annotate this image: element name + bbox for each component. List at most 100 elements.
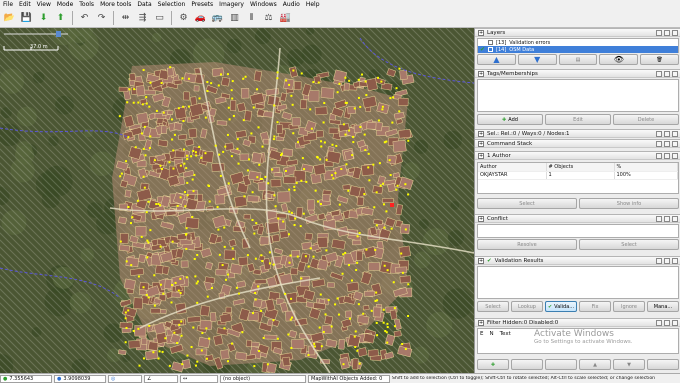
- node[interactable]: [124, 311, 127, 314]
- preferences-button[interactable]: ⚙: [176, 11, 191, 26]
- node[interactable]: [374, 248, 377, 251]
- menu-presets[interactable]: Presets: [188, 0, 216, 9]
- building[interactable]: [290, 267, 299, 276]
- node[interactable]: [253, 232, 256, 235]
- node[interactable]: [356, 349, 359, 352]
- map-view[interactable]: 37.0 m: [0, 28, 474, 373]
- building[interactable]: [399, 69, 408, 80]
- node[interactable]: [146, 239, 149, 242]
- node[interactable]: [317, 81, 320, 84]
- node[interactable]: [194, 275, 197, 278]
- node[interactable]: [227, 273, 230, 276]
- lookup-button[interactable]: Lookup: [511, 301, 543, 312]
- node[interactable]: [377, 119, 380, 122]
- node[interactable]: [334, 172, 337, 175]
- split-button[interactable]: ⇹: [118, 11, 133, 26]
- longitude-field[interactable]: ● 3.9098039: [54, 374, 106, 383]
- node[interactable]: [181, 77, 184, 80]
- node[interactable]: [276, 71, 279, 74]
- node[interactable]: [195, 154, 198, 157]
- node[interactable]: [134, 146, 137, 149]
- building[interactable]: [210, 312, 217, 322]
- node[interactable]: [141, 103, 144, 106]
- node[interactable]: [145, 102, 148, 105]
- help-icon[interactable]: [656, 131, 662, 137]
- node[interactable]: [196, 301, 199, 304]
- node[interactable]: [206, 295, 209, 298]
- node[interactable]: [338, 82, 341, 85]
- node[interactable]: [195, 282, 198, 285]
- node[interactable]: [293, 185, 296, 188]
- building[interactable]: [313, 75, 322, 84]
- node[interactable]: [404, 348, 407, 351]
- building[interactable]: [199, 305, 211, 317]
- node[interactable]: [313, 345, 316, 348]
- node[interactable]: [237, 292, 240, 295]
- building[interactable]: [373, 218, 383, 225]
- node[interactable]: [185, 247, 188, 250]
- node[interactable]: [382, 308, 385, 311]
- command-stack-title[interactable]: + Command Stack: [475, 139, 680, 148]
- node[interactable]: [370, 309, 373, 312]
- node[interactable]: [137, 327, 140, 330]
- node[interactable]: [389, 174, 392, 177]
- settings-icon[interactable]: [664, 216, 670, 222]
- move-filter-up-button[interactable]: ▲: [579, 359, 611, 370]
- building[interactable]: [306, 199, 315, 211]
- node[interactable]: [394, 325, 397, 328]
- node[interactable]: [353, 335, 356, 338]
- node[interactable]: [159, 283, 162, 286]
- node[interactable]: [248, 158, 251, 161]
- node[interactable]: [198, 145, 201, 148]
- menu-more-tools[interactable]: More tools: [97, 0, 134, 9]
- node[interactable]: [291, 103, 294, 106]
- node[interactable]: [228, 118, 231, 121]
- tags-dialog-title[interactable]: + Tags/Memberships: [475, 69, 680, 78]
- building[interactable]: [251, 151, 263, 164]
- node[interactable]: [208, 200, 211, 203]
- node[interactable]: [191, 178, 194, 181]
- enabled-column[interactable]: E: [480, 331, 483, 337]
- manage-ignored-button[interactable]: Mana...: [647, 301, 679, 312]
- node[interactable]: [260, 309, 263, 312]
- validate-button[interactable]: ✔ Valida...: [545, 301, 577, 312]
- building[interactable]: [216, 120, 228, 126]
- node[interactable]: [223, 245, 226, 248]
- node[interactable]: [168, 364, 171, 367]
- close-icon[interactable]: [672, 71, 678, 77]
- node[interactable]: [181, 363, 184, 366]
- node[interactable]: [375, 291, 378, 294]
- building[interactable]: [247, 170, 262, 182]
- node[interactable]: [142, 357, 145, 360]
- add-filter-button[interactable]: ✚: [477, 359, 509, 370]
- node[interactable]: [145, 293, 148, 296]
- building[interactable]: [365, 77, 378, 92]
- node[interactable]: [364, 149, 367, 152]
- building[interactable]: [181, 359, 192, 370]
- building[interactable]: [277, 219, 287, 231]
- node[interactable]: [119, 240, 122, 243]
- node[interactable]: [257, 285, 260, 288]
- wireframe-button[interactable]: ▭: [152, 11, 167, 26]
- building[interactable]: [238, 256, 249, 266]
- node[interactable]: [207, 184, 210, 187]
- building[interactable]: [300, 99, 308, 110]
- node[interactable]: [303, 168, 306, 171]
- node[interactable]: [192, 326, 195, 329]
- node[interactable]: [372, 163, 375, 166]
- node[interactable]: [127, 309, 130, 312]
- node[interactable]: [316, 156, 319, 159]
- node[interactable]: [182, 105, 185, 108]
- node[interactable]: [159, 164, 162, 167]
- node[interactable]: [220, 73, 223, 76]
- node[interactable]: [271, 168, 274, 171]
- node[interactable]: [169, 66, 172, 69]
- building[interactable]: [220, 76, 231, 87]
- menu-windows[interactable]: Windows: [247, 0, 280, 9]
- node[interactable]: [174, 281, 177, 284]
- node[interactable]: [172, 167, 175, 170]
- node[interactable]: [186, 194, 189, 197]
- node[interactable]: [176, 341, 179, 344]
- building[interactable]: [193, 85, 200, 92]
- node[interactable]: [179, 277, 182, 280]
